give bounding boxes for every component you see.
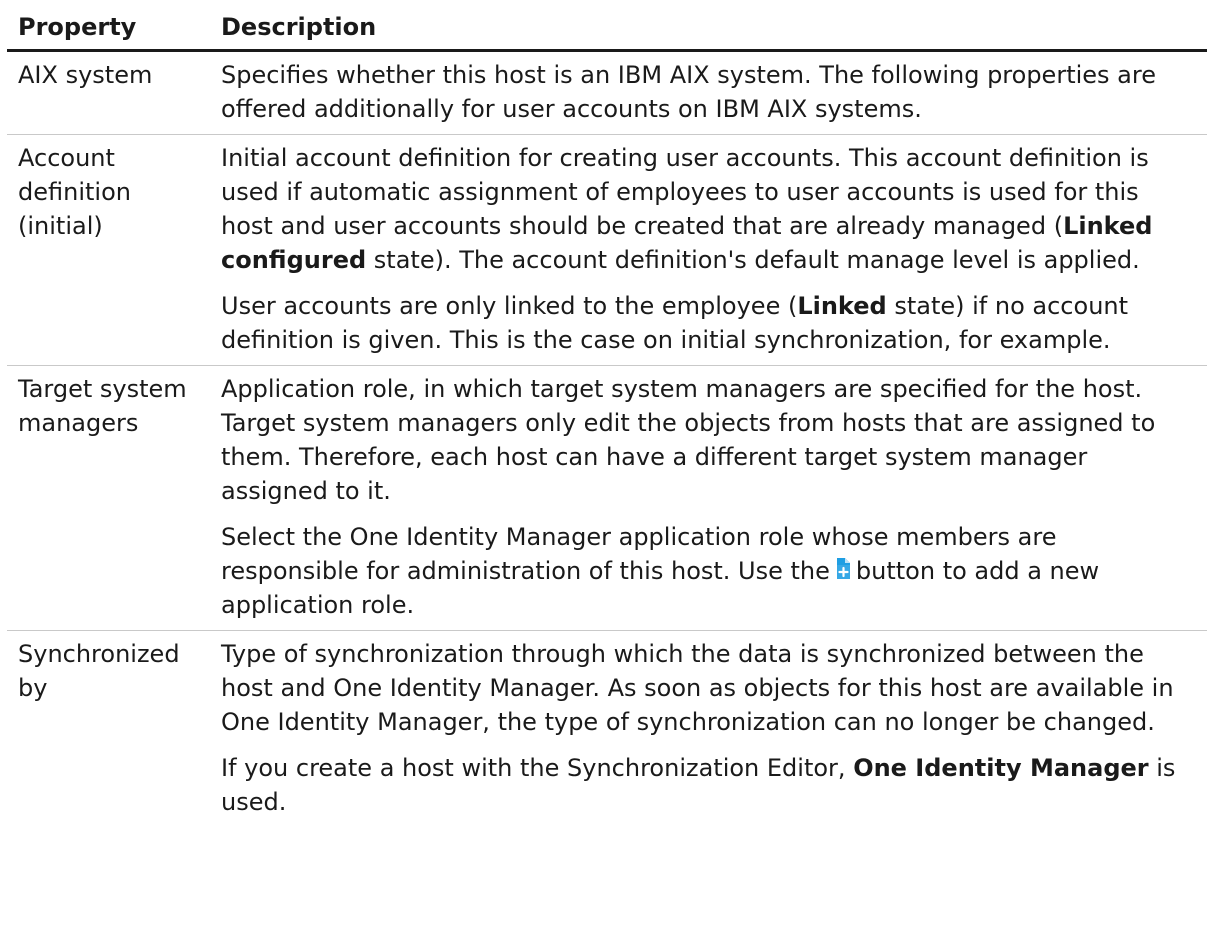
property-cell: Synchronized by: [18, 640, 180, 702]
header-description: Description: [210, 4, 1207, 52]
text-run: state). The account definition's default…: [366, 246, 1140, 274]
table-header-row: Property Description: [7, 4, 1207, 52]
property-cell: Account definition (initial): [7, 134, 210, 366]
description-cell: Type of synchronization through which th…: [210, 631, 1207, 828]
table-row: AIX system Specifies whether this host i…: [7, 50, 1207, 135]
text-run: User accounts are only linked to the emp…: [221, 292, 798, 320]
text-run: If you create a host with the Synchroniz…: [221, 754, 854, 782]
property-cell: Target system managers: [7, 365, 210, 631]
property-table: Property Description AIX system Specifie…: [7, 4, 1207, 827]
description-paragraph: Application role, in which target system…: [221, 375, 1156, 505]
description-paragraph: Specifies whether this host is an IBM AI…: [221, 61, 1156, 123]
description-cell: Specifies whether this host is an IBM AI…: [210, 50, 1207, 135]
property-cell: AIX system: [7, 50, 210, 135]
description-paragraph: Type of synchronization through which th…: [221, 640, 1174, 736]
table-row: Account definition (initial) Initial acc…: [7, 134, 1207, 366]
product-term: One Identity Manager: [853, 754, 1149, 782]
table-row: Synchronized by Type of synchronization …: [7, 631, 1207, 828]
state-term: Linked: [797, 292, 887, 320]
description-paragraph: If you create a host with the Synchroniz…: [221, 751, 1197, 819]
description-paragraph: Initial account definition for creating …: [221, 141, 1197, 277]
description-cell: Application role, in which target system…: [210, 365, 1207, 631]
header-property: Property: [7, 4, 210, 52]
table-row: Target system managers Application role,…: [7, 365, 1207, 631]
add-document-icon: [836, 558, 850, 579]
text-run: Initial account definition for creating …: [221, 144, 1149, 240]
description-paragraph: User accounts are only linked to the emp…: [221, 289, 1197, 357]
description-paragraph: Select the One Identity Manager applicat…: [221, 520, 1197, 622]
description-cell: Initial account definition for creating …: [210, 134, 1207, 366]
